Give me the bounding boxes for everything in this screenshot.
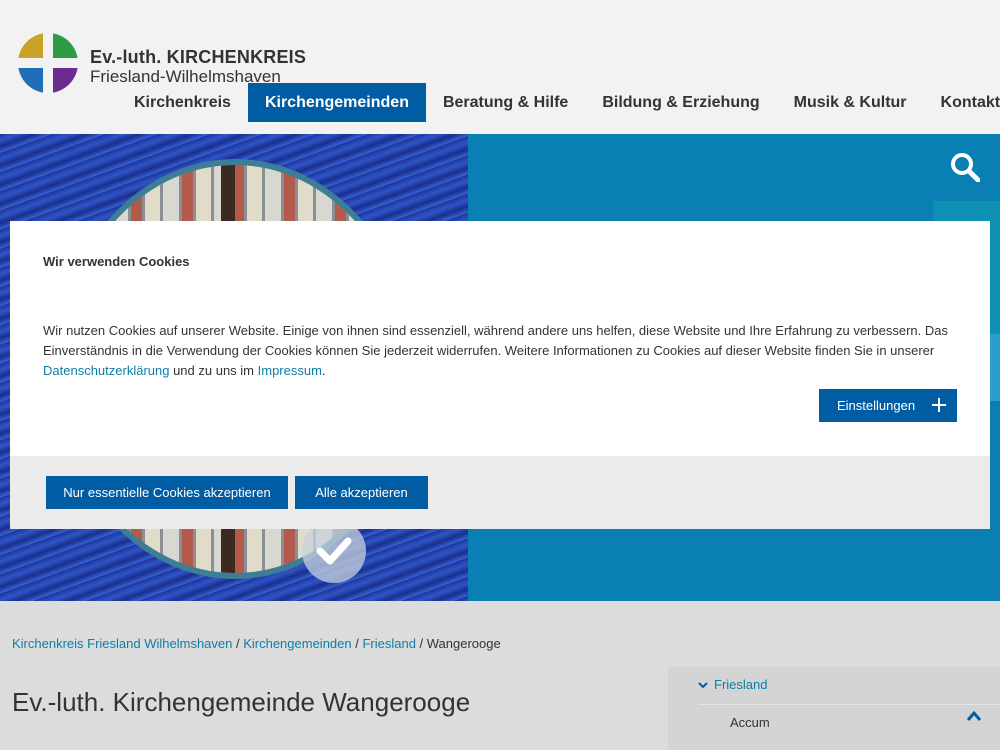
- page-title: Ev.-luth. Kirchengemeinde Wangerooge: [12, 687, 471, 717]
- subnav-divider: [698, 704, 1000, 705]
- logo-title: Ev.-luth. KIRCHENKREIS: [90, 47, 307, 67]
- privacy-policy-link[interactable]: Datenschutzerklärung: [43, 363, 169, 378]
- breadcrumb-separator: /: [232, 636, 244, 651]
- nav-item-kontakt[interactable]: Kontakt: [924, 83, 1000, 122]
- subnav-item-accum[interactable]: Accum: [730, 715, 770, 730]
- accept-all-cookies-button[interactable]: Alle akzeptieren: [295, 476, 428, 509]
- sub-navigation: Friesland Accum: [668, 667, 1000, 750]
- main-nav: Kirchenkreis Kirchengemeinden Beratung &…: [117, 83, 1000, 122]
- cookie-text-part2: und zu uns im: [169, 363, 258, 378]
- breadcrumb-link-friesland[interactable]: Friesland: [362, 636, 415, 651]
- imprint-link[interactable]: Impressum: [258, 363, 322, 378]
- chevron-down-icon: [698, 682, 708, 689]
- subnav-heading-label: Friesland: [714, 677, 768, 692]
- site-header: Ev.-luth. KIRCHENKREIS Friesland-Wilhelm…: [0, 0, 1000, 134]
- nav-item-musik-kultur[interactable]: Musik & Kultur: [777, 83, 924, 122]
- breadcrumb-current: Wangerooge: [426, 636, 501, 651]
- nav-item-kirchenkreis[interactable]: Kirchenkreis: [117, 83, 248, 122]
- cookie-text-part1: Wir nutzen Cookies auf unserer Website. …: [43, 323, 948, 358]
- cookie-consent-dialog: Wir verwenden Cookies Wir nutzen Cookies…: [10, 221, 990, 529]
- nav-item-beratung-hilfe[interactable]: Beratung & Hilfe: [426, 83, 585, 122]
- cookie-footer: Nur essentielle Cookies akzeptieren Alle…: [10, 456, 990, 529]
- breadcrumb-separator: /: [415, 636, 427, 651]
- breadcrumb-link-kirchengemeinden[interactable]: Kirchengemeinden: [243, 636, 351, 651]
- chevron-up-icon[interactable]: [966, 709, 982, 723]
- cookie-settings-button[interactable]: Einstellungen: [819, 389, 957, 422]
- nav-item-bildung-erziehung[interactable]: Bildung & Erziehung: [585, 83, 776, 122]
- accept-essential-cookies-button[interactable]: Nur essentielle Cookies akzeptieren: [46, 476, 288, 509]
- breadcrumb-separator: /: [351, 636, 363, 651]
- subnav-heading-friesland[interactable]: Friesland: [698, 677, 767, 692]
- search-icon[interactable]: [950, 152, 980, 182]
- cookie-title: Wir verwenden Cookies: [43, 254, 190, 269]
- nav-item-kirchengemeinden[interactable]: Kirchengemeinden: [247, 83, 426, 122]
- cookie-settings-label: Einstellungen: [837, 398, 916, 413]
- breadcrumb-link-kirchenkreis[interactable]: Kirchenkreis Friesland Wilhelmshaven: [12, 636, 232, 651]
- main-content: Kirchenkreis Friesland Wilhelmshaven / K…: [0, 601, 1000, 750]
- plus-icon: [932, 398, 946, 412]
- church-logo-icon[interactable]: [18, 33, 78, 93]
- cookie-description: Wir nutzen Cookies auf unserer Website. …: [43, 321, 963, 381]
- cookie-text-part3: .: [321, 363, 326, 378]
- logo-text[interactable]: Ev.-luth. KIRCHENKREIS Friesland-Wilhelm…: [90, 47, 307, 87]
- breadcrumb: Kirchenkreis Friesland Wilhelmshaven / K…: [12, 636, 501, 651]
